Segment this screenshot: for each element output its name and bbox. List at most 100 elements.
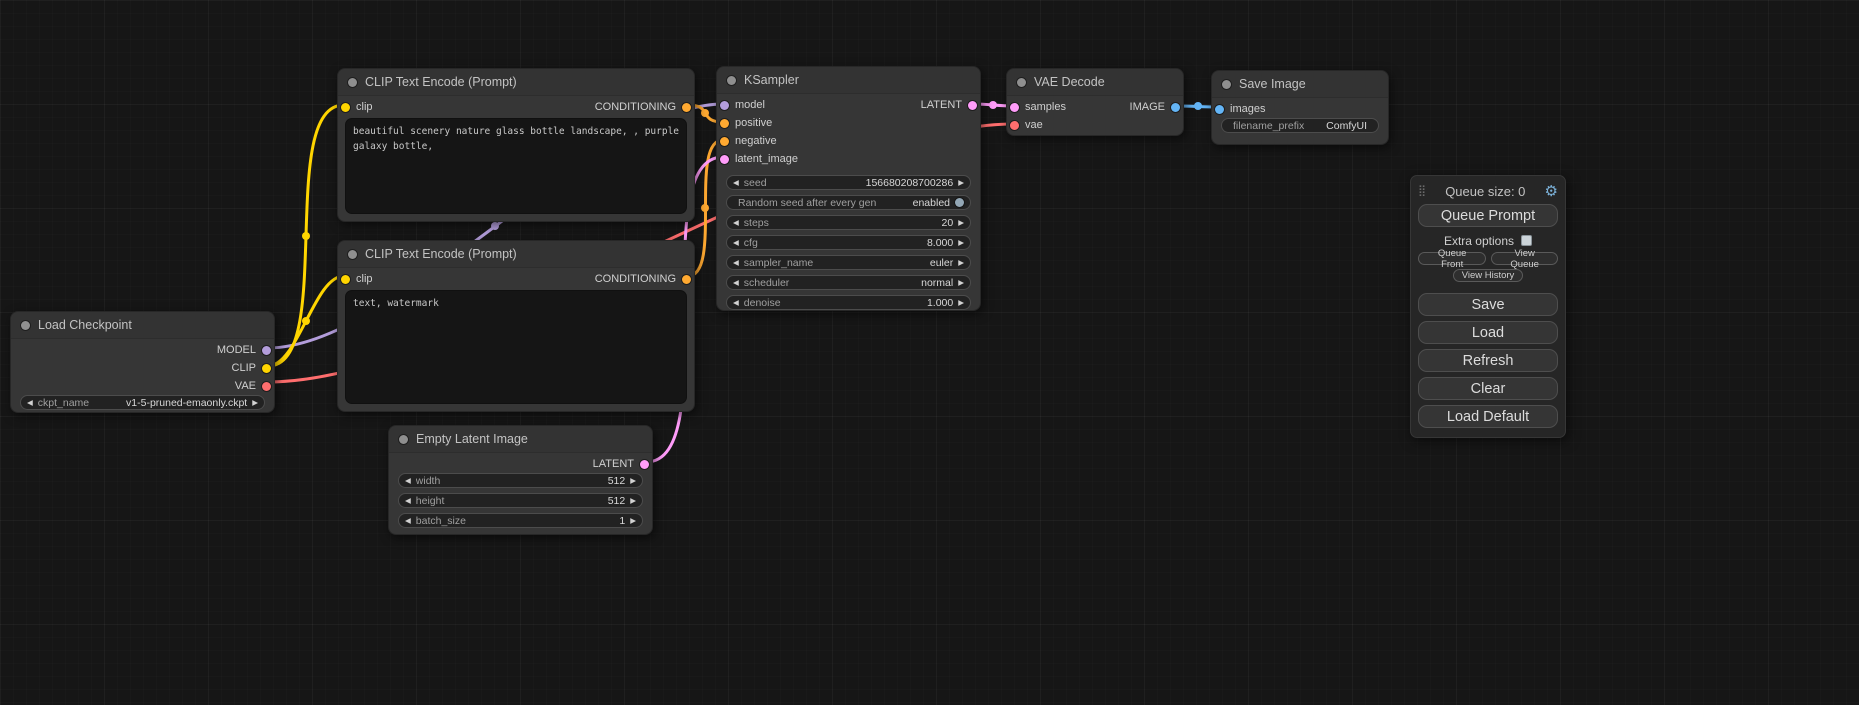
widget-label: width <box>416 475 603 487</box>
clear-button[interactable]: Clear <box>1418 377 1558 400</box>
collapse-icon[interactable] <box>727 76 736 85</box>
refresh-button[interactable]: Refresh <box>1418 349 1558 372</box>
widget-height[interactable]: ◀ height 512 ▶ <box>398 493 643 508</box>
model-output-slot[interactable] <box>262 346 271 355</box>
node-save-image[interactable]: Save Image images filename_prefix ComfyU… <box>1211 70 1389 145</box>
model-input-slot[interactable] <box>720 101 729 110</box>
queue-menu-panel: ⣿ Queue size: 0 ⚙ Queue Prompt Extra opt… <box>1410 175 1566 438</box>
widget-width[interactable]: ◀ width 512 ▶ <box>398 473 643 488</box>
decrement-arrow-icon[interactable]: ◀ <box>27 399 33 407</box>
slot-label: VAE <box>235 380 256 392</box>
load-default-button[interactable]: Load Default <box>1418 405 1558 428</box>
decrement-arrow-icon[interactable]: ◀ <box>733 259 739 267</box>
load-button[interactable]: Load <box>1418 321 1558 344</box>
collapse-icon[interactable] <box>399 435 408 444</box>
latent-image-input-slot[interactable] <box>720 155 729 164</box>
images-input-slot[interactable] <box>1215 105 1224 114</box>
link-midpoint-conditioning-negative <box>701 204 709 212</box>
queue-prompt-button[interactable]: Queue Prompt <box>1418 204 1558 227</box>
node-header[interactable]: CLIP Text Encode (Prompt) <box>338 69 694 96</box>
conditioning-output-slot[interactable] <box>682 103 691 112</box>
node-empty-latent-image[interactable]: Empty Latent Image LATENT ◀ width 512 ▶ … <box>388 425 653 535</box>
decrement-arrow-icon[interactable]: ◀ <box>405 497 411 505</box>
widget-denoise[interactable]: ◀ denoise 1.000 ▶ <box>726 295 971 310</box>
node-header[interactable]: Empty Latent Image <box>389 426 652 453</box>
widget-seed[interactable]: ◀ seed 156680208700286 ▶ <box>726 175 971 190</box>
widget-scheduler[interactable]: ◀ scheduler normal ▶ <box>726 275 971 290</box>
node-clip-text-encode-negative[interactable]: CLIP Text Encode (Prompt) clip CONDITION… <box>337 240 695 412</box>
decrement-arrow-icon[interactable]: ◀ <box>733 239 739 247</box>
widget-cfg[interactable]: ◀ cfg 8.000 ▶ <box>726 235 971 250</box>
increment-arrow-icon[interactable]: ▶ <box>958 279 964 287</box>
negative-prompt-textarea[interactable]: text, watermark <box>345 290 687 404</box>
view-history-button[interactable]: View History <box>1453 269 1524 282</box>
widget-ckpt-name[interactable]: ◀ ckpt_name v1-5-pruned-emaonly.ckpt ▶ <box>20 395 265 410</box>
clip-input-slot[interactable] <box>341 103 350 112</box>
widget-steps[interactable]: ◀ steps 20 ▶ <box>726 215 971 230</box>
node-header[interactable]: Save Image <box>1212 71 1388 98</box>
slot-label: IMAGE <box>1130 101 1165 113</box>
clip-input-slot[interactable] <box>341 275 350 284</box>
positive-prompt-textarea[interactable]: beautiful scenery nature glass bottle la… <box>345 118 687 214</box>
widget-batch-size[interactable]: ◀ batch_size 1 ▶ <box>398 513 643 528</box>
increment-arrow-icon[interactable]: ▶ <box>958 299 964 307</box>
widget-label: sampler_name <box>744 257 925 269</box>
vae-input-slot[interactable] <box>1010 121 1019 130</box>
settings-gear-icon[interactable]: ⚙ <box>1545 184 1558 199</box>
collapse-icon[interactable] <box>348 78 357 87</box>
output-vae: VAE <box>235 380 271 392</box>
increment-arrow-icon[interactable]: ▶ <box>630 477 636 485</box>
node-load-checkpoint[interactable]: Load Checkpoint MODEL CLIP VAE <box>10 311 275 413</box>
increment-arrow-icon[interactable]: ▶ <box>958 179 964 187</box>
widget-value: enabled <box>913 197 950 209</box>
increment-arrow-icon[interactable]: ▶ <box>958 239 964 247</box>
increment-arrow-icon[interactable]: ▶ <box>958 219 964 227</box>
node-title: KSampler <box>744 73 799 87</box>
node-header[interactable]: VAE Decode <box>1007 69 1183 96</box>
slot-label: LATENT <box>593 458 634 470</box>
node-ksampler[interactable]: KSampler model LATENT positive <box>716 66 981 311</box>
node-clip-text-encode-positive[interactable]: CLIP Text Encode (Prompt) clip CONDITION… <box>337 68 695 222</box>
increment-arrow-icon[interactable]: ▶ <box>958 259 964 267</box>
graph-canvas[interactable]: Load Checkpoint MODEL CLIP VAE <box>0 0 1859 705</box>
node-header[interactable]: KSampler <box>717 67 980 94</box>
widget-random-seed-toggle[interactable]: Random seed after every gen enabled <box>726 195 971 210</box>
save-button[interactable]: Save <box>1418 293 1558 316</box>
input-positive: positive <box>720 117 772 129</box>
decrement-arrow-icon[interactable]: ◀ <box>733 279 739 287</box>
positive-input-slot[interactable] <box>720 119 729 128</box>
latent-output-slot[interactable] <box>640 460 649 469</box>
link-clip-negative <box>268 276 344 366</box>
collapse-icon[interactable] <box>348 250 357 259</box>
conditioning-output-slot[interactable] <box>682 275 691 284</box>
extra-options-checkbox[interactable] <box>1521 235 1532 246</box>
view-queue-button[interactable]: View Queue <box>1491 252 1558 265</box>
collapse-icon[interactable] <box>1017 78 1026 87</box>
samples-input-slot[interactable] <box>1010 103 1019 112</box>
negative-input-slot[interactable] <box>720 137 729 146</box>
increment-arrow-icon[interactable]: ▶ <box>630 497 636 505</box>
node-header[interactable]: CLIP Text Encode (Prompt) <box>338 241 694 268</box>
latent-output-slot[interactable] <box>968 101 977 110</box>
toggle-indicator-icon[interactable] <box>955 198 964 207</box>
image-output-slot[interactable] <box>1171 103 1180 112</box>
decrement-arrow-icon[interactable]: ◀ <box>733 179 739 187</box>
vae-output-slot[interactable] <box>262 382 271 391</box>
decrement-arrow-icon[interactable]: ◀ <box>733 299 739 307</box>
widget-sampler-name[interactable]: ◀ sampler_name euler ▶ <box>726 255 971 270</box>
node-vae-decode[interactable]: VAE Decode samples IMAGE vae <box>1006 68 1184 136</box>
decrement-arrow-icon[interactable]: ◀ <box>405 517 411 525</box>
widget-filename-prefix[interactable]: filename_prefix ComfyUI <box>1221 118 1379 133</box>
menu-drag-handle-icon[interactable]: ⣿ <box>1418 186 1426 197</box>
widget-label: steps <box>744 217 937 229</box>
increment-arrow-icon[interactable]: ▶ <box>630 517 636 525</box>
node-header[interactable]: Load Checkpoint <box>11 312 274 339</box>
clip-output-slot[interactable] <box>262 364 271 373</box>
widget-value: normal <box>921 277 953 289</box>
decrement-arrow-icon[interactable]: ◀ <box>405 477 411 485</box>
collapse-icon[interactable] <box>21 321 30 330</box>
queue-front-button[interactable]: Queue Front <box>1418 252 1486 265</box>
increment-arrow-icon[interactable]: ▶ <box>252 399 258 407</box>
collapse-icon[interactable] <box>1222 80 1231 89</box>
decrement-arrow-icon[interactable]: ◀ <box>733 219 739 227</box>
